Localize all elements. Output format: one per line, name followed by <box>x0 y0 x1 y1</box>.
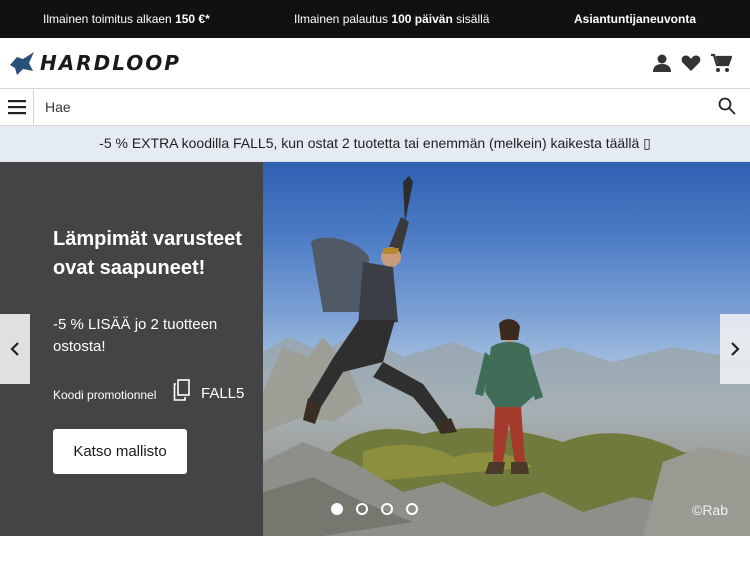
shipping-notice: Ilmainen toimitus alkaen 150 €* <box>43 12 210 26</box>
promo-code-label: Koodi promotionnel <box>53 388 157 402</box>
hamburger-icon <box>7 100 26 115</box>
hikers-photo-illustration <box>263 176 750 536</box>
view-collection-button[interactable]: Katso mallisto <box>53 429 187 474</box>
shipping-threshold: 150 €* <box>175 12 210 26</box>
expert-advice-link[interactable]: Asiantuntijaneuvonta <box>574 12 696 26</box>
carousel-dot[interactable] <box>406 503 418 515</box>
returns-notice: Ilmainen palautus 100 päivän sisällä <box>294 12 490 26</box>
search-input[interactable] <box>35 89 705 125</box>
logo-text: HARDLOOP <box>40 51 181 75</box>
hero-photo <box>263 162 750 536</box>
hero-subtitle: -5 % LISÄÄ jo 2 tuotteen ostosta! <box>53 316 218 355</box>
hero-text-panel: Lämpimät varusteet ovat saapuneet! -5 % … <box>0 162 263 536</box>
search-icon <box>718 97 736 115</box>
promo-code[interactable]: FALL5 <box>201 385 244 402</box>
chevron-left-icon <box>10 342 19 356</box>
hero-title: Lämpimät varusteet ovat saapuneet! <box>53 228 242 279</box>
copy-code-button[interactable] <box>173 379 191 401</box>
photo-credit: ©Rab <box>692 502 728 518</box>
account-button[interactable] <box>651 52 673 74</box>
logo[interactable]: HARDLOOP <box>8 50 181 76</box>
carousel-dot[interactable] <box>331 503 343 515</box>
menu-button[interactable] <box>0 89 34 125</box>
cart-icon <box>711 53 732 72</box>
rhino-logo-icon <box>10 52 34 75</box>
carousel-dot[interactable] <box>356 503 368 515</box>
user-icon <box>653 54 671 72</box>
promo-text: -5 % EXTRA koodilla FALL5, kun ostat 2 t… <box>99 135 651 151</box>
site-header: HARDLOOP <box>0 38 750 89</box>
heart-icon <box>681 55 701 71</box>
search-button[interactable] <box>718 97 738 117</box>
returns-days: 100 päivän <box>391 12 453 26</box>
hero-carousel: Lämpimät varusteet ovat saapuneet! -5 % … <box>0 162 750 536</box>
carousel-dot[interactable] <box>381 503 393 515</box>
cart-button[interactable] <box>710 52 732 74</box>
carousel-dots <box>331 503 418 515</box>
copy-icon <box>173 379 190 401</box>
carousel-prev-button[interactable] <box>0 314 30 384</box>
promo-banner[interactable]: -5 % EXTRA koodilla FALL5, kun ostat 2 t… <box>0 126 750 162</box>
carousel-next-button[interactable] <box>720 314 750 384</box>
announcement-bar: Ilmainen toimitus alkaen 150 €* Ilmainen… <box>0 0 750 38</box>
wishlist-button[interactable] <box>680 52 702 74</box>
search-bar <box>0 89 750 126</box>
chevron-right-icon <box>731 342 740 356</box>
